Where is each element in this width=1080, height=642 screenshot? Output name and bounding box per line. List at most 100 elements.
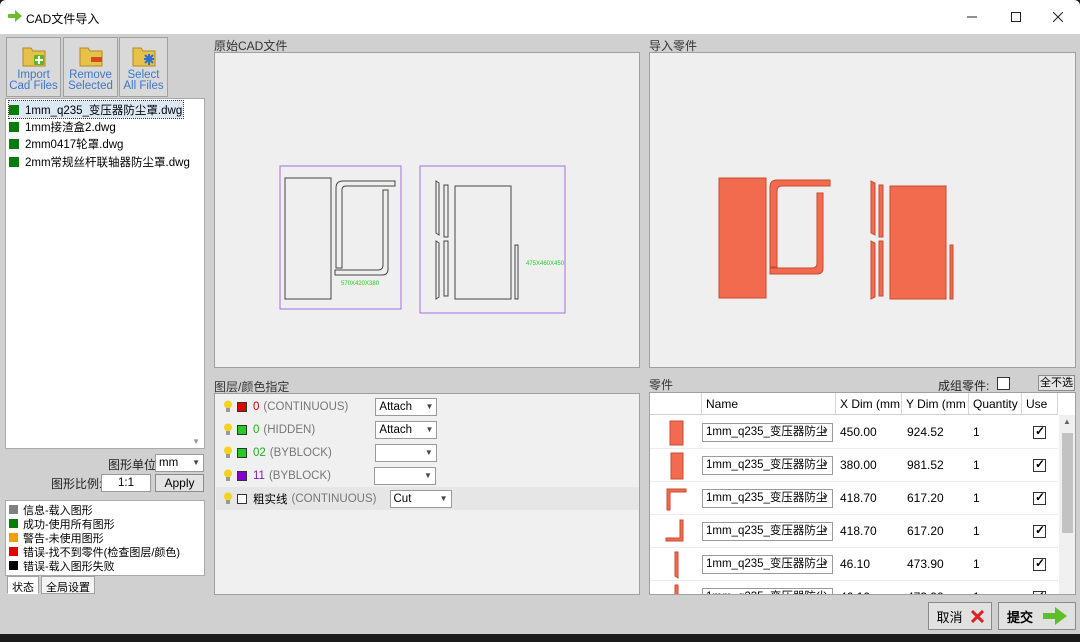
part-preview bbox=[665, 519, 684, 542]
bounding-box bbox=[419, 165, 566, 314]
part-quantity[interactable]: 1 bbox=[973, 458, 980, 472]
layer-row[interactable]: 0 (HIDDEN) Attach ▼ bbox=[216, 418, 639, 441]
column-header-quantity[interactable]: Quantity bbox=[969, 393, 1022, 415]
part-name-select[interactable]: 1mm_q235_变压器防尘▼ bbox=[702, 423, 833, 442]
cad-flange-part bbox=[435, 180, 440, 236]
part-quantity[interactable]: 1 bbox=[973, 491, 980, 505]
part-name-select[interactable]: 1mm_q235_变压器防尘▼ bbox=[702, 555, 833, 574]
cad-bar-part bbox=[443, 240, 449, 297]
table-row[interactable]: 1mm_q235_变压器防尘▼ 46.10 473.90 1 bbox=[650, 548, 1058, 581]
cad-angle-part bbox=[335, 180, 396, 269]
layer-row[interactable]: 0 (CONTINUOUS) Attach ▼ bbox=[216, 395, 639, 418]
legend-item: 信息-载入图形 bbox=[9, 503, 93, 517]
chevron-down-icon: ▼ bbox=[821, 526, 829, 535]
units-select[interactable]: mm ▼ bbox=[155, 454, 204, 472]
layer-action-select[interactable]: Cut ▼ bbox=[389, 489, 452, 508]
layer-action-select[interactable]: Attach ▼ bbox=[375, 397, 438, 416]
layer-action-select[interactable]: ▼ bbox=[373, 466, 436, 485]
column-header-xdim[interactable]: X Dim (mm bbox=[836, 393, 902, 415]
maximize-button[interactable] bbox=[994, 0, 1038, 34]
layer-row[interactable]: 11 (BYBLOCK) ▼ bbox=[216, 464, 639, 487]
layer-color-swatch[interactable] bbox=[237, 401, 247, 412]
part-name-select[interactable]: 1mm_q235_变压器防尘▼ bbox=[702, 588, 833, 594]
layer-color-swatch[interactable] bbox=[237, 447, 247, 458]
use-checkbox[interactable] bbox=[1033, 457, 1046, 472]
layer-color-swatch[interactable] bbox=[237, 493, 247, 504]
deselect-all-button[interactable]: 全不选 bbox=[1038, 375, 1075, 391]
use-checkbox[interactable] bbox=[1033, 556, 1046, 571]
layer-action-select[interactable]: ▼ bbox=[374, 443, 437, 462]
part-xdim: 450.00 bbox=[840, 425, 877, 439]
remove-label: Remove Selected bbox=[68, 69, 113, 92]
cancel-button[interactable]: 取消 bbox=[928, 602, 992, 630]
layer-color-swatch[interactable] bbox=[237, 424, 247, 435]
units-label: 图形单位 bbox=[108, 458, 157, 472]
use-checkbox[interactable] bbox=[1033, 424, 1046, 439]
close-button[interactable] bbox=[1036, 0, 1080, 34]
part-quantity[interactable]: 1 bbox=[973, 524, 980, 538]
legend-item: 错误-载入图形失败 bbox=[9, 559, 115, 573]
layer-row[interactable]: 粗实线 (CONTINUOUS) Cut ▼ bbox=[216, 487, 639, 510]
minimize-button[interactable] bbox=[950, 0, 994, 34]
layer-action-select[interactable]: Attach ▼ bbox=[375, 420, 438, 439]
use-checkbox[interactable] bbox=[1033, 490, 1046, 505]
file-item[interactable]: 1mm_q235_变压器防尘罩.dwg bbox=[8, 100, 184, 119]
layer-name: 粗实线 bbox=[253, 493, 288, 506]
chevron-down-icon: ▼ bbox=[424, 447, 433, 457]
part-name: 1mm_q235_变压器防尘 bbox=[706, 525, 828, 537]
group-parts-checkbox[interactable] bbox=[997, 377, 1010, 390]
scrollbar-thumb[interactable] bbox=[1062, 433, 1073, 533]
part-shape bbox=[718, 177, 767, 299]
select-all-files-button[interactable]: Select All Files bbox=[119, 37, 168, 97]
part-quantity[interactable]: 1 bbox=[973, 557, 980, 571]
use-checkbox[interactable] bbox=[1033, 589, 1046, 594]
table-row[interactable]: 1mm_q235_变压器防尘 ▼ 450.00 924.52 1 bbox=[650, 416, 1058, 449]
maximize-icon bbox=[1011, 12, 1021, 22]
remove-selected-button[interactable]: Remove Selected bbox=[63, 37, 118, 97]
part-shape bbox=[870, 240, 876, 300]
column-header-use[interactable]: Use bbox=[1022, 393, 1058, 415]
layer-color-swatch[interactable] bbox=[237, 470, 247, 481]
part-quantity[interactable]: 1 bbox=[973, 425, 980, 439]
vertical-scrollbar[interactable]: ▲ bbox=[1059, 415, 1075, 594]
part-name-select[interactable]: 1mm_q235_变压器防尘▼ bbox=[702, 522, 833, 541]
lightbulb-icon[interactable] bbox=[223, 423, 233, 436]
green-arrow-icon bbox=[1043, 607, 1067, 625]
lightbulb-icon[interactable] bbox=[223, 492, 233, 505]
cad-dim-label: 475X460X450 bbox=[526, 261, 565, 267]
table-row[interactable]: 1mm_q235_变压器防尘▼ 46.10 473.90 1 bbox=[650, 581, 1058, 594]
table-row[interactable]: 1mm_q235_变压器防尘 ▼ 418.70 617.20 1 bbox=[650, 482, 1058, 515]
layer-type: (CONTINUOUS) bbox=[291, 492, 377, 505]
part-name-select[interactable]: 1mm_q235_变压器防尘▼ bbox=[702, 456, 833, 475]
file-list[interactable]: 1mm_q235_变压器防尘罩.dwg 1mm接渣盒2.dwg 2mm0417轮… bbox=[5, 98, 205, 449]
apply-button[interactable]: Apply bbox=[155, 474, 204, 492]
file-item[interactable]: 1mm接渣盒2.dwg bbox=[9, 118, 116, 135]
file-item[interactable]: 2mm0417轮罩.dwg bbox=[9, 135, 123, 152]
scroll-down-icon[interactable]: ▼ bbox=[192, 437, 200, 446]
lightbulb-icon[interactable] bbox=[223, 446, 233, 459]
scroll-up-icon[interactable]: ▲ bbox=[1063, 417, 1071, 426]
tab-global-settings[interactable]: 全局设置 bbox=[41, 576, 95, 594]
scale-input[interactable]: 1:1 bbox=[101, 474, 151, 492]
layer-row[interactable]: 02 (BYBLOCK) ▼ bbox=[216, 441, 639, 464]
column-header-ydim[interactable]: Y Dim (mm bbox=[902, 393, 969, 415]
file-name: 2mm0417轮罩.dwg bbox=[25, 138, 124, 151]
tab-status[interactable]: 状态 bbox=[7, 576, 39, 594]
lightbulb-icon[interactable] bbox=[223, 469, 233, 482]
table-row[interactable]: 1mm_q235_变压器防尘 ▼ 418.70 617.20 1 bbox=[650, 515, 1058, 548]
use-checkbox[interactable] bbox=[1033, 523, 1046, 538]
column-header-name[interactable]: Name bbox=[702, 393, 836, 415]
import-cad-files-button[interactable]: Import Cad Files bbox=[6, 37, 61, 97]
imported-parts-viewer[interactable] bbox=[649, 52, 1076, 368]
file-item[interactable]: 2mm常规丝杆联轴器防尘罩.dwg bbox=[9, 153, 190, 170]
part-name-select[interactable]: 1mm_q235_变压器防尘▼ bbox=[702, 489, 833, 508]
table-row[interactable]: 1mm_q235_变压器防尘 ▼ 380.00 981.52 1 bbox=[650, 449, 1058, 482]
lightbulb-icon[interactable] bbox=[223, 400, 233, 413]
submit-label: 提交 bbox=[1006, 609, 1033, 625]
part-quantity[interactable]: 1 bbox=[973, 590, 980, 594]
part-ydim: 617.20 bbox=[907, 491, 944, 505]
legend-item: 警告-未使用图形 bbox=[9, 531, 104, 545]
original-cad-viewer[interactable]: 570X420X380 475X460X450 bbox=[214, 52, 640, 368]
cad-drawing: 570X420X380 475X460X450 bbox=[279, 165, 566, 314]
submit-button[interactable]: 提交 bbox=[998, 602, 1076, 630]
